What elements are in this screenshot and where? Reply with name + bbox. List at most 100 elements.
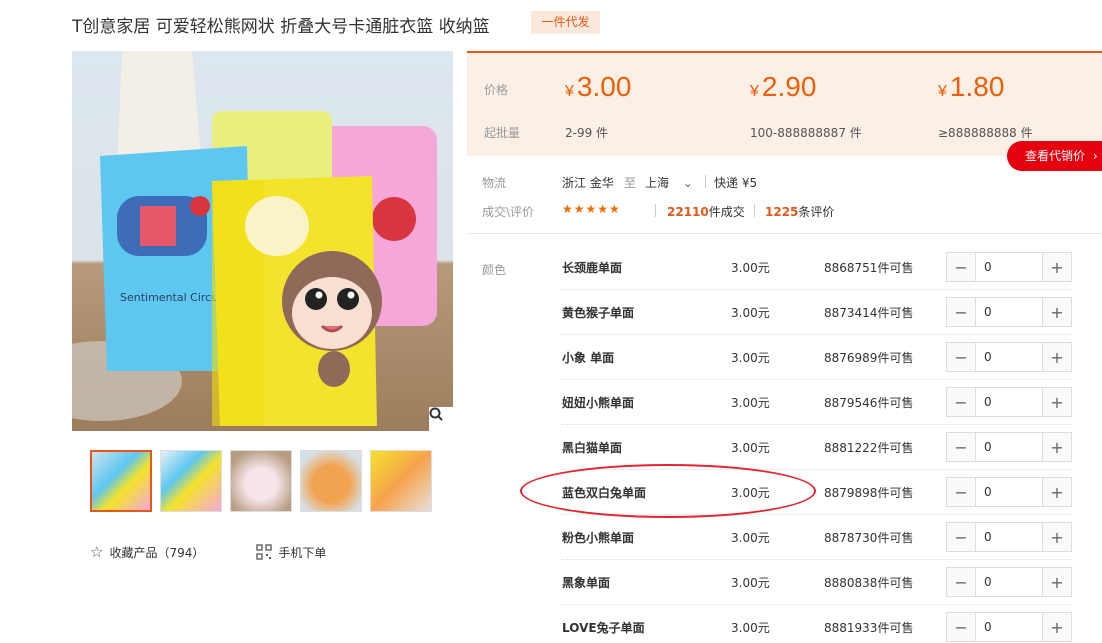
chevron-right-icon: › xyxy=(1092,149,1098,163)
plus-button[interactable]: + xyxy=(1043,613,1071,641)
sku-name: 长颈鹿单面 xyxy=(562,261,623,275)
sku-price: 3.00元 xyxy=(731,351,770,365)
thumbnail-strip xyxy=(90,450,432,512)
dropship-badge: 一件代发 xyxy=(531,11,600,34)
sku-stock: 8879898件可售 xyxy=(824,486,914,500)
sku-stock: 8879546件可售 xyxy=(824,396,914,410)
plus-button[interactable]: + xyxy=(1043,478,1071,506)
quantity-input[interactable]: 0 xyxy=(975,433,1043,461)
thumbnail-3[interactable] xyxy=(230,450,292,512)
tier-1-price: ¥3.00 xyxy=(565,71,632,102)
sku-price: 3.00元 xyxy=(731,621,770,635)
quantity-input[interactable]: 0 xyxy=(975,388,1043,416)
minus-button[interactable]: − xyxy=(947,478,975,506)
minus-button[interactable]: − xyxy=(947,343,975,371)
tier-3-price: ¥1.80 xyxy=(938,71,1005,102)
quantity-stepper: − 0 + xyxy=(946,567,1072,597)
quantity-stepper: − 0 + xyxy=(946,432,1072,462)
minus-button[interactable]: − xyxy=(947,433,975,461)
price-label: 价格 xyxy=(484,83,509,97)
mobile-order-link[interactable]: 手机下单 xyxy=(256,544,326,561)
shipping-fee: 快递 ¥5 xyxy=(714,176,758,190)
sku-stock: 8881933件可售 xyxy=(824,621,914,635)
sku-row: 长颈鹿单面 3.00元 8868751件可售 − 0 + xyxy=(562,245,1072,290)
quantity-input[interactable]: 0 xyxy=(975,478,1043,506)
minus-button[interactable]: − xyxy=(947,388,975,416)
qr-code-icon xyxy=(256,544,273,560)
sku-stock: 8873414件可售 xyxy=(824,306,914,320)
highlight-annotation xyxy=(520,464,816,518)
plus-button[interactable]: + xyxy=(1043,298,1071,326)
separator xyxy=(705,175,706,188)
view-dropship-price-button[interactable]: 查看代销价 › xyxy=(1007,141,1102,171)
sku-stock: 8868751件可售 xyxy=(824,261,914,275)
quantity-input[interactable]: 0 xyxy=(975,253,1043,281)
sku-name: 黄色猴子单面 xyxy=(562,306,635,320)
plus-button[interactable]: + xyxy=(1043,388,1071,416)
plus-button[interactable]: + xyxy=(1043,253,1071,281)
section-divider xyxy=(467,233,1102,234)
plus-button[interactable]: + xyxy=(1043,568,1071,596)
favorite-label: 收藏产品（794） xyxy=(109,545,205,560)
favorite-product-link[interactable]: ☆ 收藏产品（794） xyxy=(90,543,204,561)
minus-button[interactable]: − xyxy=(947,613,975,641)
quantity-stepper: − 0 + xyxy=(946,612,1072,642)
review-count[interactable]: 1225条评价 xyxy=(765,203,834,220)
quantity-stepper: − 0 + xyxy=(946,477,1072,507)
sku-stock: 8881222件可售 xyxy=(824,441,914,455)
sku-stock: 8880838件可售 xyxy=(824,576,914,590)
sku-price: 3.00元 xyxy=(731,306,770,320)
quantity-input[interactable]: 0 xyxy=(975,568,1043,596)
sku-row: 黄色猴子单面 3.00元 8873414件可售 − 0 + xyxy=(562,290,1072,335)
plus-button[interactable]: + xyxy=(1043,433,1071,461)
product-actions: ☆ 收藏产品（794） 手机下单 xyxy=(90,543,326,561)
thumbnail-1[interactable] xyxy=(90,450,152,512)
deals-count[interactable]: 22110件成交 xyxy=(667,203,745,220)
sku-name: 黑象单面 xyxy=(562,576,611,590)
sku-price: 3.00元 xyxy=(731,576,770,590)
sku-row: 小象 单面 3.00元 8876989件可售 − 0 + xyxy=(562,335,1072,380)
quote-button-label: 查看代销价 xyxy=(1025,149,1086,163)
sku-price: 3.00元 xyxy=(731,441,770,455)
quantity-stepper: − 0 + xyxy=(946,297,1072,327)
color-label: 颜色 xyxy=(482,263,507,277)
thumbnail-2[interactable] xyxy=(160,450,222,512)
minus-button[interactable]: − xyxy=(947,253,975,281)
tier-2-price: ¥2.90 xyxy=(750,71,817,102)
product-illustration: Sentimental Circus. xyxy=(72,51,437,426)
rating-stars: ★★★★★ xyxy=(562,202,621,216)
ship-to-word: 至 xyxy=(624,176,637,190)
thumbnail-5[interactable] xyxy=(370,450,432,512)
zoom-button[interactable] xyxy=(429,407,453,431)
star-outline-icon: ☆ xyxy=(90,543,104,561)
deals-reviews-label: 成交\评价 xyxy=(482,205,535,219)
sku-price: 3.00元 xyxy=(731,261,770,275)
quantity-input[interactable]: 0 xyxy=(975,343,1043,371)
sku-price: 3.00元 xyxy=(731,531,770,545)
sku-price: 3.00元 xyxy=(731,396,770,410)
plus-button[interactable]: + xyxy=(1043,523,1071,551)
sku-stock: 8876989件可售 xyxy=(824,351,914,365)
logistics-label: 物流 xyxy=(482,176,507,190)
minus-button[interactable]: − xyxy=(947,523,975,551)
separator xyxy=(754,204,755,217)
ship-to-select[interactable]: 上海 ⌄ xyxy=(645,174,693,191)
plus-button[interactable]: + xyxy=(1043,343,1071,371)
sku-name: LOVE兔子单面 xyxy=(562,621,645,635)
quantity-input[interactable]: 0 xyxy=(975,523,1043,551)
quantity-stepper: − 0 + xyxy=(946,522,1072,552)
quantity-stepper: − 0 + xyxy=(946,252,1072,282)
quantity-input[interactable]: 0 xyxy=(975,298,1043,326)
sku-row: LOVE兔子单面 3.00元 8881933件可售 − 0 + xyxy=(562,605,1072,643)
minus-button[interactable]: − xyxy=(947,298,975,326)
main-product-image[interactable]: Sentimental Circus. xyxy=(72,51,453,431)
sku-row: 粉色小熊单面 3.00元 8878730件可售 − 0 + xyxy=(562,515,1072,560)
minus-button[interactable]: − xyxy=(947,568,975,596)
quantity-input[interactable]: 0 xyxy=(975,613,1043,641)
moq-label: 起批量 xyxy=(484,126,521,140)
sku-name: 小象 单面 xyxy=(562,351,615,365)
sku-name: 妞妞小熊单面 xyxy=(562,396,635,410)
sku-name: 粉色小熊单面 xyxy=(562,531,635,545)
thumbnail-4[interactable] xyxy=(300,450,362,512)
price-panel: 价格 起批量 ¥3.00 ¥2.90 ¥1.80 2-99 件 100-8888… xyxy=(467,51,1102,156)
